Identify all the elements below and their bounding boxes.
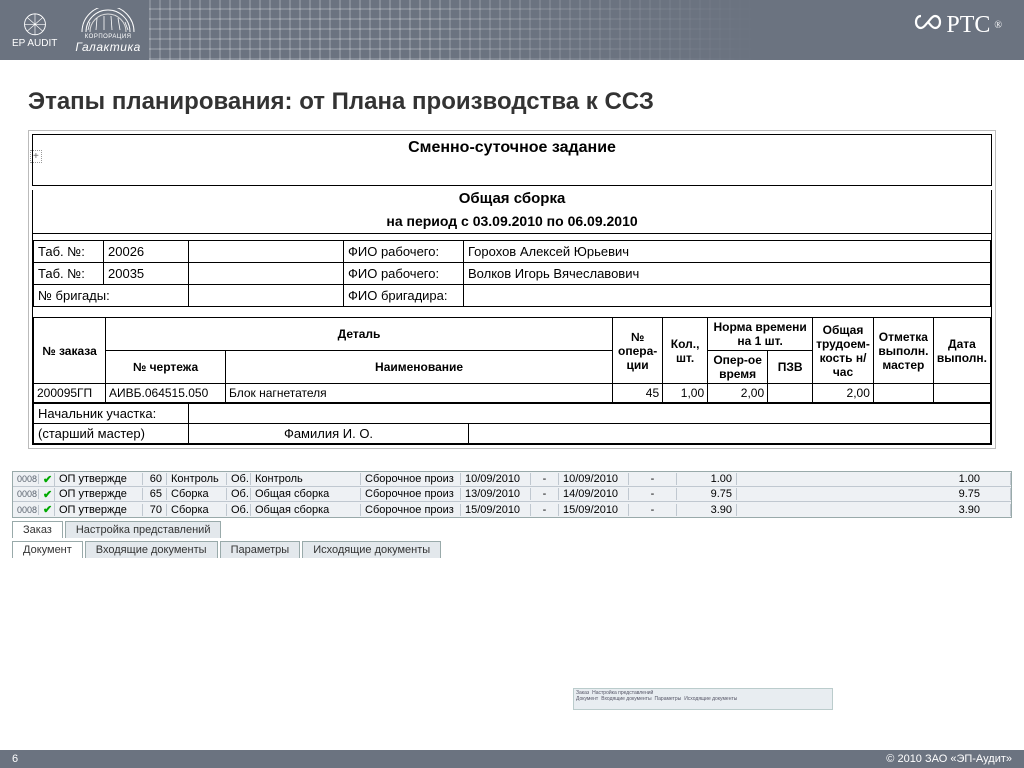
tab-strip-2: Документ Входящие документы Параметры Ис… <box>12 541 1012 558</box>
doc-title: Сменно-суточное задание <box>33 139 991 157</box>
anchor-marker: + <box>30 150 42 163</box>
worker-row: № бригады: ФИО бригадира: <box>34 285 991 307</box>
logo-galaktika-sub: КОРПОРАЦИЯ <box>85 34 132 40</box>
check-icon: ✔ <box>39 488 55 501</box>
grid-row[interactable]: 0008✔ОП утвержде70СборкаОб.Общая сборкаС… <box>13 502 1011 517</box>
logo-ep-audit-text: EP AUDIT <box>12 39 57 49</box>
worker-row: Таб. №:20035 ФИО рабочего:Волков Игорь В… <box>34 263 991 285</box>
header-bar: EP AUDIT КОРПОРАЦИЯ Галактика PTC ® <box>0 0 1024 60</box>
tab-params[interactable]: Параметры <box>220 541 301 558</box>
document-preview: Сменно-суточное задание Общая сборка на … <box>28 130 996 449</box>
footer-bar: 6 © 2010 ЗАО «ЭП-Аудит» <box>0 750 1024 768</box>
page-number: 6 <box>12 753 18 765</box>
worker-row: Таб. №:20026 ФИО рабочего:Горохов Алексе… <box>34 241 991 263</box>
check-icon: ✔ <box>39 503 55 516</box>
tab-document[interactable]: Документ <box>12 541 83 558</box>
logo-galaktika-text: Галактика <box>75 41 140 53</box>
logo-ptc: PTC ® <box>914 12 1002 39</box>
tab-outgoing[interactable]: Исходящие документы <box>302 541 441 558</box>
logo-ptc-text: PTC <box>946 12 990 39</box>
doc-period: на период с 03.09.2010 по 06.09.2010 <box>33 213 991 234</box>
tab-view-settings[interactable]: Настройка представлений <box>65 521 222 538</box>
signature-block: Начальник участка: (старший мастер)Фамил… <box>33 403 991 444</box>
copyright: © 2010 ЗАО «ЭП-Аудит» <box>886 753 1012 765</box>
operations-table: № заказа Деталь № опера-ции Кол., шт. Но… <box>33 317 991 403</box>
table-row: 200095ГП АИВБ.064515.050 Блок нагнетател… <box>34 384 991 403</box>
thumbnail-preview: ЗаказНастройка представлений ДокументВхо… <box>573 688 833 710</box>
grid-row[interactable]: 0008✔ОП утвержде65СборкаОб.Общая сборкаС… <box>13 487 1011 502</box>
operations-grid: 0008✔ОП утвержде60КонтрольОб.КонтрольСбо… <box>12 471 1012 558</box>
grid-row[interactable]: 0008✔ОП утвержде60КонтрольОб.КонтрольСбо… <box>13 472 1011 487</box>
infinity-icon <box>914 12 942 39</box>
check-icon: ✔ <box>39 473 55 486</box>
doc-section: Общая сборка <box>33 190 991 207</box>
tab-incoming[interactable]: Входящие документы <box>85 541 218 558</box>
worker-table: Таб. №:20026 ФИО рабочего:Горохов Алексе… <box>33 240 991 307</box>
logo-galaktika: КОРПОРАЦИЯ Галактика <box>75 8 140 53</box>
header-pattern <box>149 0 1024 60</box>
tab-strip-1: Заказ Настройка представлений <box>12 521 1012 538</box>
slide-title: Этапы планирования: от Плана производств… <box>28 88 1024 116</box>
tab-order[interactable]: Заказ <box>12 521 63 538</box>
registered-icon: ® <box>994 20 1002 31</box>
logo-ep-audit: EP AUDIT <box>12 11 57 49</box>
